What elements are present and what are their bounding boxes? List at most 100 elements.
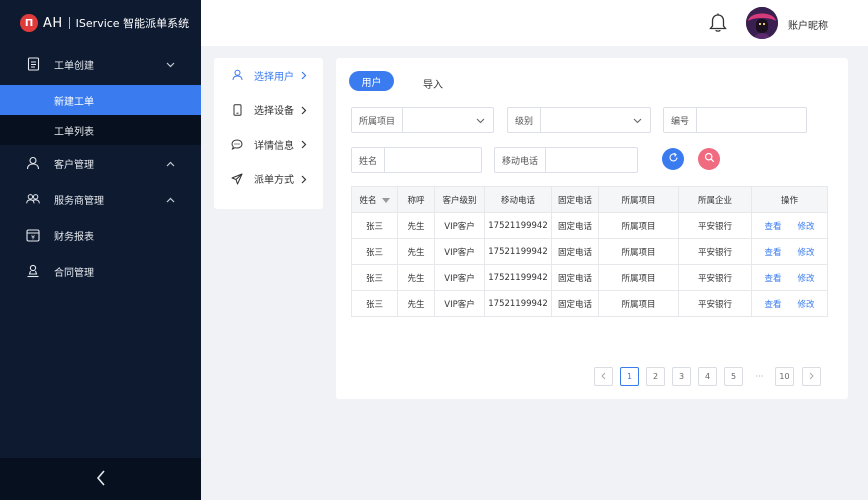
col-header-company: 所属企业 [679, 187, 752, 213]
cell-title: 先生 [398, 213, 435, 239]
col-header-phone: 固定电话 [552, 187, 599, 213]
sidebar-subitem-new-ticket[interactable]: 新建工单 [0, 85, 201, 115]
page-button-10[interactable]: 10 [775, 367, 794, 386]
cell-name: 张三 [352, 265, 398, 291]
page-button-3[interactable]: 3 [672, 367, 691, 386]
cell-actions: 查看 修改 [752, 265, 828, 291]
view-link[interactable]: 查看 [764, 300, 781, 310]
step-select-device[interactable]: 选择设备 [214, 93, 323, 128]
bell-icon[interactable] [709, 13, 727, 36]
sidebar-item-label: 合同管理 [54, 264, 94, 279]
logo-ah: AH [43, 16, 63, 31]
edit-link[interactable]: 修改 [798, 274, 815, 284]
table-header-row: 姓名 称呼 客户级别 移动电话 固定电话 所属项目 所属企业 操作 [352, 187, 828, 213]
page-ellipsis: ··· [750, 367, 769, 386]
number-input[interactable] [706, 110, 802, 130]
document-icon [26, 57, 40, 71]
cell-title: 先生 [398, 291, 435, 317]
chevron-up-icon [166, 195, 175, 206]
name-input[interactable] [392, 150, 478, 170]
main-panel: 用户 导入 所属项目 级别 编号 姓名 移动电话 [336, 58, 848, 399]
search-button[interactable] [698, 148, 720, 170]
sidebar-item-label: 工单创建 [54, 57, 94, 72]
view-link[interactable]: 查看 [764, 248, 781, 258]
username[interactable]: 账户昵称 [788, 17, 828, 32]
view-link[interactable]: 查看 [764, 274, 781, 284]
level-select[interactable]: 级别 [507, 107, 651, 133]
sort-caret-icon[interactable] [382, 198, 390, 203]
finance-icon: ¥ [26, 228, 40, 242]
mobile-field[interactable]: 移动电话 [494, 147, 638, 173]
table-row: 张三 先生 VIP客户 17521199942 固定电话 所属项目 平安银行 查… [352, 265, 828, 291]
chevron-left-icon [96, 470, 106, 489]
table-row: 张三 先生 VIP客户 17521199942 固定电话 所属项目 平安银行 查… [352, 213, 828, 239]
chevron-right-icon [809, 372, 814, 382]
sidebar-subitem-ticket-list[interactable]: 工单列表 [0, 115, 201, 145]
cell-name: 张三 [352, 291, 398, 317]
reset-button[interactable] [662, 148, 684, 170]
cell-project: 所属项目 [599, 265, 679, 291]
step-details[interactable]: 详情信息 [214, 127, 323, 162]
step-label: 选择设备 [254, 102, 294, 117]
sidebar-subitem-label: 新建工单 [54, 93, 94, 108]
sidebar-item-label: 财务报表 [54, 228, 94, 243]
tab-import[interactable]: 导入 [423, 76, 443, 91]
step-label: 派单方式 [254, 171, 294, 186]
next-page-button[interactable] [802, 367, 821, 386]
cell-name: 张三 [352, 239, 398, 265]
step-label: 详情信息 [254, 137, 294, 152]
cell-level: VIP客户 [435, 265, 485, 291]
cell-actions: 查看 修改 [752, 291, 828, 317]
avatar[interactable] [746, 7, 778, 39]
page-button-5[interactable]: 5 [724, 367, 743, 386]
search-icon [704, 152, 715, 166]
cell-level: VIP客户 [435, 291, 485, 317]
sidebar-item-provider[interactable]: 服务商管理 [0, 181, 201, 217]
mobile-input[interactable] [553, 150, 635, 170]
view-link[interactable]: 查看 [764, 222, 781, 232]
user-icon [26, 156, 40, 170]
name-field[interactable]: 姓名 [351, 147, 482, 173]
sidebar-item-label: 服务商管理 [54, 192, 104, 207]
step-dispatch-method[interactable]: 派单方式 [214, 162, 323, 197]
cell-company: 平安银行 [679, 291, 752, 317]
mobile-label: 移动电话 [495, 148, 546, 172]
pagination: 1 2 3 4 5 ··· 10 [336, 367, 848, 386]
sidebar-item-finance[interactable]: ¥ 财务报表 [0, 217, 201, 253]
chat-icon [231, 138, 243, 150]
page-button-4[interactable]: 4 [698, 367, 717, 386]
tab-user[interactable]: 用户 [349, 71, 394, 91]
cell-phone: 固定电话 [552, 291, 599, 317]
sidebar-item-label: 客户管理 [54, 156, 94, 171]
cell-level: VIP客户 [435, 213, 485, 239]
project-select[interactable]: 所属项目 [351, 107, 494, 133]
project-label: 所属项目 [352, 108, 403, 132]
page-button-2[interactable]: 2 [646, 367, 665, 386]
sidebar-item-ticket-create[interactable]: 工单创建 [0, 46, 201, 82]
collapse-sidebar-button[interactable] [0, 458, 201, 500]
sidebar: Π AH IService 智能派单系统 工单创建 新建工单 工单列表 客户管理 [0, 0, 201, 500]
cell-actions: 查看 修改 [752, 239, 828, 265]
sidebar-item-customer[interactable]: 客户管理 [0, 145, 201, 181]
cell-title: 先生 [398, 265, 435, 291]
edit-link[interactable]: 修改 [798, 300, 815, 310]
chevron-right-icon [301, 140, 307, 152]
edit-link[interactable]: 修改 [798, 222, 815, 232]
number-field[interactable]: 编号 [663, 107, 807, 133]
cell-company: 平安银行 [679, 213, 752, 239]
step-label: 选择用户 [254, 68, 294, 83]
edit-link[interactable]: 修改 [798, 248, 815, 258]
chevron-left-icon [601, 372, 606, 382]
col-header-name[interactable]: 姓名 [352, 187, 398, 213]
sidebar-item-contract[interactable]: 合同管理 [0, 253, 201, 289]
prev-page-button[interactable] [594, 367, 613, 386]
chevron-down-icon [166, 60, 175, 71]
step-select-user[interactable]: 选择用户 [214, 58, 323, 93]
name-label: 姓名 [352, 148, 385, 172]
page-button-1[interactable]: 1 [620, 367, 639, 386]
col-header-level: 客户级别 [435, 187, 485, 213]
level-label: 级别 [508, 108, 541, 132]
send-icon [231, 173, 243, 185]
user-icon [231, 69, 243, 81]
cell-project: 所属项目 [599, 213, 679, 239]
